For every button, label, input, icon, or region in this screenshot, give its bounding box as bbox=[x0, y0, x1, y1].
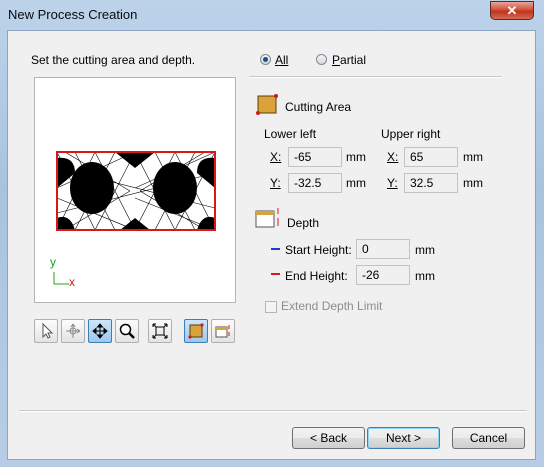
move-tool-button[interactable] bbox=[88, 319, 112, 343]
fit-view-icon bbox=[152, 323, 168, 339]
all-radio-label[interactable]: All bbox=[275, 53, 288, 67]
lower-left-x-unit: mm bbox=[346, 150, 366, 164]
instruction-text: Set the cutting area and depth. bbox=[31, 53, 196, 67]
upper-right-x-label: X: bbox=[387, 150, 399, 164]
upper-right-y-unit: mm bbox=[463, 176, 483, 190]
close-button[interactable]: ✕ bbox=[490, 1, 534, 20]
start-height-unit: mm bbox=[415, 243, 435, 257]
lower-left-x-field[interactable]: -65 bbox=[288, 147, 342, 167]
lower-left-y-field[interactable]: -32.5 bbox=[288, 173, 342, 193]
pan-rotate-tool-button[interactable] bbox=[61, 319, 85, 343]
end-height-label: End Height: bbox=[285, 269, 348, 283]
depth-icon bbox=[215, 325, 230, 338]
depth-heading: Depth bbox=[287, 216, 320, 230]
end-height-field[interactable]: -26 bbox=[356, 265, 410, 285]
start-height-field[interactable]: 0 bbox=[356, 239, 410, 259]
lower-left-y-label: Y: bbox=[270, 176, 281, 190]
zoom-tool-button[interactable] bbox=[115, 319, 139, 343]
cutting-area-icon bbox=[256, 94, 278, 115]
upper-right-y-label: Y: bbox=[387, 176, 398, 190]
fit-view-tool-button[interactable] bbox=[148, 319, 172, 343]
all-radio[interactable] bbox=[260, 54, 271, 65]
next-button[interactable]: Next > bbox=[367, 427, 440, 449]
cutting-preview[interactable]: y x bbox=[34, 77, 236, 303]
lower-left-x-label: X: bbox=[270, 150, 282, 164]
select-tool-button[interactable] bbox=[34, 319, 58, 343]
depth-section-icon bbox=[255, 208, 279, 228]
zoom-icon bbox=[119, 323, 135, 339]
depth-tool-button[interactable] bbox=[211, 319, 235, 343]
extend-depth-limit-checkbox[interactable] bbox=[265, 301, 277, 313]
start-height-color-marker bbox=[271, 248, 280, 250]
cutting-area-heading: Cutting Area bbox=[285, 100, 352, 114]
partial-radio-label[interactable]: Partial bbox=[332, 53, 366, 67]
close-icon: ✕ bbox=[506, 3, 518, 18]
pan-rotate-icon bbox=[66, 323, 81, 338]
upper-right-x-field[interactable]: 65 bbox=[404, 147, 458, 167]
select-icon bbox=[42, 323, 54, 339]
axis-x-label: x bbox=[69, 275, 75, 289]
end-height-unit: mm bbox=[415, 269, 435, 283]
extend-depth-limit-label[interactable]: Extend Depth Limit bbox=[281, 299, 382, 313]
upper-right-x-unit: mm bbox=[463, 150, 483, 164]
lower-left-y-unit: mm bbox=[346, 176, 366, 190]
move-icon bbox=[92, 323, 108, 339]
title-bar[interactable]: New Process Creation ✕ bbox=[0, 0, 544, 30]
back-button[interactable]: < Back bbox=[292, 427, 365, 449]
area-icon bbox=[188, 323, 204, 339]
toolpath-preview-graphic bbox=[53, 151, 216, 285]
window-title: New Process Creation bbox=[8, 7, 138, 22]
upper-right-label: Upper right bbox=[381, 127, 441, 141]
lower-left-label: Lower left bbox=[264, 127, 317, 141]
axis-y-label: y bbox=[50, 255, 56, 269]
start-height-label: Start Height: bbox=[285, 243, 352, 257]
end-height-color-marker bbox=[271, 273, 280, 275]
divider bbox=[249, 76, 502, 78]
area-tool-button[interactable] bbox=[184, 319, 208, 343]
bottom-divider bbox=[19, 410, 527, 412]
partial-radio[interactable] bbox=[316, 54, 327, 65]
upper-right-y-field[interactable]: 32.5 bbox=[404, 173, 458, 193]
cancel-button[interactable]: Cancel bbox=[452, 427, 525, 449]
